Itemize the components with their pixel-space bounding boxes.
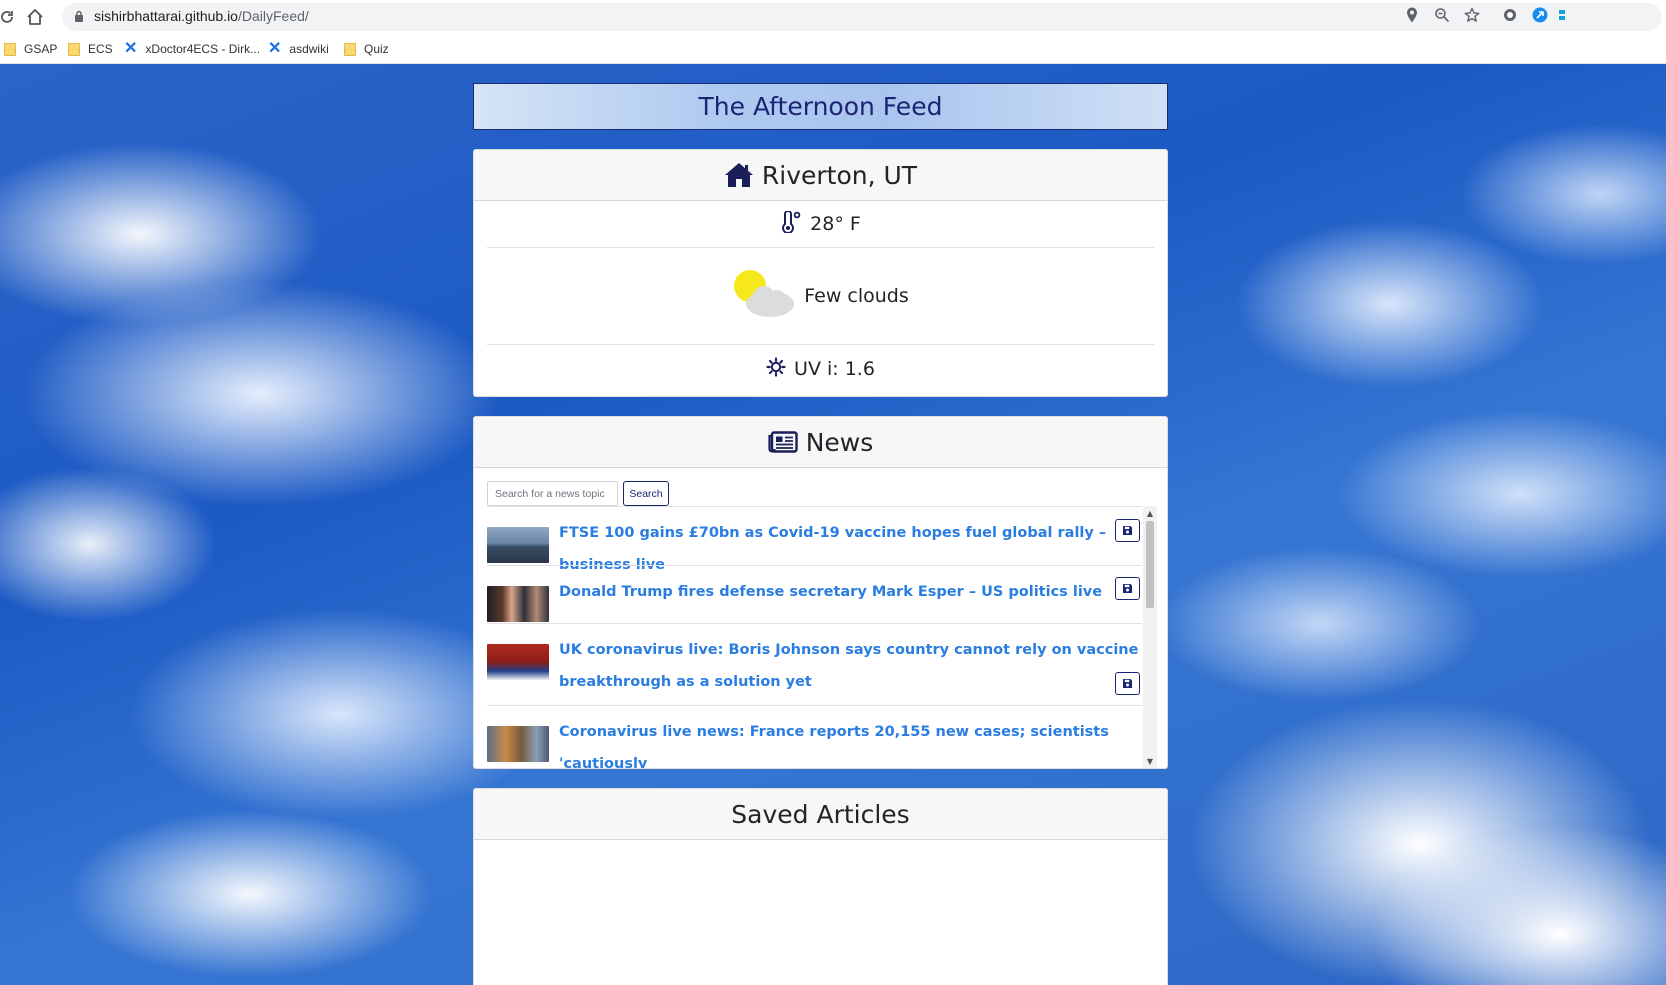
news-item[interactable]: Donald Trump fires defense secretary Mar… — [487, 565, 1142, 623]
extension-blue-icon[interactable] — [1531, 6, 1549, 24]
article-thumbnail — [487, 644, 549, 680]
home-icon — [724, 162, 754, 188]
extension-icon[interactable] — [1501, 6, 1519, 24]
article-link[interactable]: Coronavirus live news: France reports 20… — [559, 724, 1109, 768]
news-item[interactable]: Coronavirus live news: France reports 20… — [487, 705, 1142, 768]
saved-articles-card: Saved Articles — [473, 788, 1168, 985]
article-thumbnail — [487, 527, 549, 563]
news-search-form: Search — [487, 481, 669, 506]
bookmarks-bar: GSAP ECS ✕ xDoctor4ECS - Dirk... ✕ asdwi… — [0, 34, 1666, 64]
app-banner: The Afternoon Feed — [473, 83, 1168, 130]
news-header: News — [474, 417, 1167, 468]
article-thumbnail — [487, 586, 549, 622]
bookmark-asdwiki[interactable]: ✕ asdwiki — [268, 40, 329, 58]
thermometer-icon — [780, 209, 802, 238]
weather-header: Riverton, UT — [474, 150, 1167, 201]
uv-row: UV i: 1.6 — [487, 345, 1154, 393]
article-link[interactable]: UK coronavirus live: Boris Johnson says … — [559, 642, 1138, 690]
news-item[interactable]: UK coronavirus live: Boris Johnson says … — [487, 623, 1142, 705]
scroll-down-arrow-icon[interactable]: ▼ — [1143, 754, 1157, 768]
uv-index: UV i: 1.6 — [794, 358, 875, 380]
news-list: FTSE 100 gains £70bn as Covid-19 vaccine… — [487, 506, 1142, 768]
floppy-disk-icon — [1123, 526, 1132, 535]
news-card: News Search FTSE 100 gains £70bn as Covi… — [473, 416, 1168, 769]
location-icon[interactable] — [1403, 6, 1421, 24]
floppy-disk-icon — [1123, 584, 1132, 593]
few-clouds-icon — [732, 268, 796, 325]
news-title: News — [805, 427, 874, 457]
saved-articles-header: Saved Articles — [474, 789, 1167, 840]
save-article-button[interactable] — [1115, 519, 1140, 542]
news-scrollbar[interactable]: ▲ ▼ — [1143, 506, 1157, 768]
folder-icon — [344, 42, 356, 56]
location-name: Riverton, UT — [761, 160, 918, 190]
condition-row: Few clouds — [487, 248, 1154, 345]
lock-icon — [75, 10, 83, 22]
saved-articles-title: Saved Articles — [731, 799, 910, 829]
folder-icon — [4, 42, 16, 56]
scrollbar-thumb[interactable] — [1146, 521, 1154, 608]
floppy-disk-icon — [1123, 679, 1132, 688]
sky-background: The Afternoon Feed Riverton, UT 28° F Fe… — [0, 64, 1666, 985]
news-list-scroll[interactable]: FTSE 100 gains £70bn as Covid-19 vaccine… — [487, 506, 1157, 768]
bookmark-gsap[interactable]: GSAP — [4, 40, 57, 58]
bookmark-quiz[interactable]: Quiz — [344, 40, 389, 58]
temperature-row: 28° F — [487, 201, 1154, 248]
folder-icon — [68, 42, 80, 56]
news-search-button[interactable]: Search — [623, 481, 669, 506]
reload-icon[interactable] — [0, 6, 18, 28]
article-link[interactable]: Donald Trump fires defense secretary Mar… — [559, 584, 1102, 600]
condition-text: Few clouds — [804, 285, 909, 307]
save-article-button[interactable] — [1115, 672, 1140, 695]
scroll-up-arrow-icon[interactable]: ▲ — [1143, 506, 1157, 520]
newspaper-icon — [768, 431, 798, 453]
confluence-icon: ✕ — [268, 40, 282, 57]
sun-icon — [766, 356, 786, 382]
extension-edge-icon[interactable] — [1556, 6, 1566, 24]
temperature-value: 28° F — [810, 213, 861, 235]
article-thumbnail — [487, 726, 549, 762]
browser-toolbar: sishirbhattarai.github.io/DailyFeed/ — [0, 0, 1666, 34]
address-bar[interactable]: sishirbhattarai.github.io/DailyFeed/ — [62, 3, 1662, 31]
zoom-icon[interactable] — [1433, 6, 1451, 24]
news-item[interactable]: FTSE 100 gains £70bn as Covid-19 vaccine… — [487, 506, 1142, 573]
bookmark-ecs[interactable]: ECS — [68, 40, 113, 58]
confluence-icon: ✕ — [124, 40, 138, 57]
weather-card: Riverton, UT 28° F Few clouds UV i: 1.6 — [473, 149, 1168, 397]
url-text: sishirbhattarai.github.io/DailyFeed/ — [94, 8, 309, 24]
app-title: The Afternoon Feed — [698, 92, 943, 121]
home-icon[interactable] — [24, 6, 46, 28]
save-article-button[interactable] — [1115, 577, 1140, 600]
bookmark-xdoctor4ecs[interactable]: ✕ xDoctor4ECS - Dirk... — [124, 40, 260, 58]
news-search-input[interactable] — [487, 481, 618, 506]
bookmark-star-icon[interactable] — [1463, 6, 1481, 24]
